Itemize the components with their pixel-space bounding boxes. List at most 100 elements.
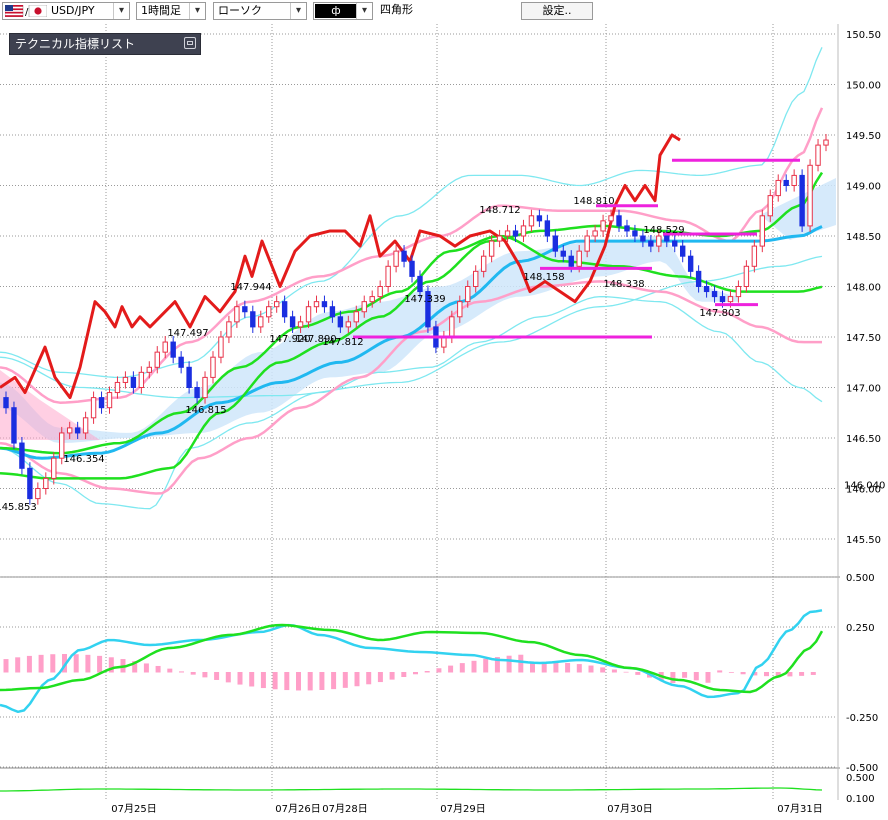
- candle-body: [337, 316, 344, 328]
- macd-histogram-bar: [143, 663, 149, 673]
- settings-label: 設定..: [542, 4, 572, 17]
- candle-body: [592, 230, 598, 237]
- macd-histogram-bar: [682, 672, 688, 678]
- candle-body: [329, 306, 336, 318]
- macd-histogram-bar: [611, 669, 617, 673]
- chevron-down-icon[interactable]: ▾: [189, 3, 205, 19]
- candle-body: [664, 235, 670, 242]
- macd-histogram-bar: [3, 659, 9, 673]
- indicator-list-panel[interactable]: テクニカル指標リスト: [9, 33, 201, 55]
- price-tick-label: 148.50: [846, 232, 881, 243]
- price-tick-label: 147.50: [846, 333, 881, 344]
- price-annotation: 147.339: [404, 294, 445, 305]
- candle-body: [488, 240, 495, 257]
- symbol-select[interactable]: / USD/JPY ▾: [2, 2, 130, 20]
- candle-body: [608, 215, 614, 222]
- candle-body: [783, 179, 789, 186]
- chart-type-label: ローソク: [218, 4, 262, 17]
- price-chart[interactable]: 145.853146.354146.815147.497147.944147.9…: [0, 24, 888, 820]
- candle-body: [313, 301, 320, 308]
- macd-histogram-bar: [50, 654, 56, 673]
- draw-tool-select[interactable]: ф ▾: [313, 2, 373, 20]
- candle-body: [600, 220, 606, 232]
- price-tick-label: 147.00: [846, 384, 881, 395]
- time-axis-label: 07月30日: [607, 803, 652, 815]
- macd-histogram-bar: [635, 672, 641, 675]
- candle-body: [496, 235, 503, 242]
- macd-histogram-bar: [85, 654, 91, 673]
- macd-histogram-bar: [728, 672, 734, 673]
- macd-histogram-bar: [73, 654, 79, 673]
- candle-body: [218, 336, 224, 358]
- macd-histogram-bar: [38, 654, 44, 673]
- candle-body: [735, 286, 742, 298]
- candle-body: [719, 296, 726, 303]
- restore-icon[interactable]: [184, 37, 196, 49]
- macd-histogram-bar: [296, 672, 301, 691]
- price-tick-label: 150.00: [846, 81, 881, 92]
- candle-body: [35, 488, 41, 500]
- candle-body: [759, 215, 766, 247]
- price-annotation: 148.810: [573, 196, 614, 207]
- macd-histogram-bar: [787, 672, 793, 677]
- macd-histogram-bar: [424, 671, 430, 673]
- price-annotation: 146.354: [63, 454, 104, 465]
- candle-body: [3, 397, 9, 409]
- candle-body: [695, 270, 702, 288]
- candle-body: [544, 220, 551, 237]
- candle-body: [687, 255, 694, 272]
- candle-body: [345, 321, 352, 328]
- macd-histogram-bar: [272, 672, 278, 690]
- macd-histogram-bar: [576, 664, 582, 673]
- current-price-label: 146.040: [844, 480, 885, 491]
- candle-body: [552, 235, 559, 252]
- chevron-down-icon[interactable]: ▾: [290, 3, 306, 19]
- candle-body: [210, 356, 216, 378]
- shape-text: 四角形: [380, 3, 413, 16]
- candle-body: [377, 286, 383, 298]
- candle-body: [297, 321, 304, 328]
- macd-histogram-bar: [167, 668, 173, 673]
- candle-body: [512, 230, 519, 237]
- candle-body: [258, 316, 264, 328]
- timeframe-label: 1時間足: [141, 4, 181, 17]
- candle-body: [154, 351, 160, 368]
- price-annotation: 147.812: [322, 337, 363, 348]
- candle-body: [648, 240, 654, 247]
- candle-body: [369, 296, 375, 303]
- macd-histogram-bar: [799, 672, 805, 676]
- macd-histogram-bar: [319, 672, 325, 690]
- candle-body: [90, 397, 97, 419]
- macd-histogram-bar: [97, 655, 103, 673]
- usd-jpy-flags-icon: /: [5, 5, 47, 17]
- candle-body: [273, 301, 280, 308]
- macd-histogram-bar: [249, 672, 255, 687]
- macd-histogram-bar: [565, 662, 571, 673]
- macd-histogram-bar: [202, 672, 208, 678]
- candle-body: [441, 336, 447, 348]
- chevron-down-icon[interactable]: ▾: [113, 3, 129, 19]
- chevron-down-icon[interactable]: ▾: [356, 3, 372, 19]
- candle-body: [226, 321, 232, 338]
- oscillator-tick-label: 0.250: [846, 623, 875, 634]
- bottom-tick-label: 0.500: [846, 773, 875, 784]
- settings-button[interactable]: 設定..: [521, 2, 593, 20]
- macd-histogram-bar: [225, 672, 231, 683]
- macd-histogram-bar: [366, 672, 372, 685]
- macd-histogram-bar: [588, 665, 594, 673]
- candle-body: [616, 215, 622, 227]
- timeframe-select[interactable]: 1時間足 ▾: [136, 2, 206, 20]
- macd-histogram-bar: [155, 665, 161, 673]
- macd-histogram-bar: [389, 672, 395, 680]
- candle-body: [751, 245, 758, 267]
- svg-text:/: /: [25, 7, 29, 17]
- macd-histogram-bar: [483, 658, 489, 673]
- candle-body: [576, 250, 582, 267]
- candle-body: [679, 245, 686, 257]
- oscillator-tick-label: -0.250: [846, 713, 878, 724]
- candle-body: [162, 341, 168, 353]
- price-tick-label: 149.50: [846, 131, 881, 142]
- macd-histogram-bar: [342, 672, 348, 688]
- macd-histogram-bar: [26, 655, 32, 673]
- chart-type-select[interactable]: ローソク ▾: [213, 2, 307, 20]
